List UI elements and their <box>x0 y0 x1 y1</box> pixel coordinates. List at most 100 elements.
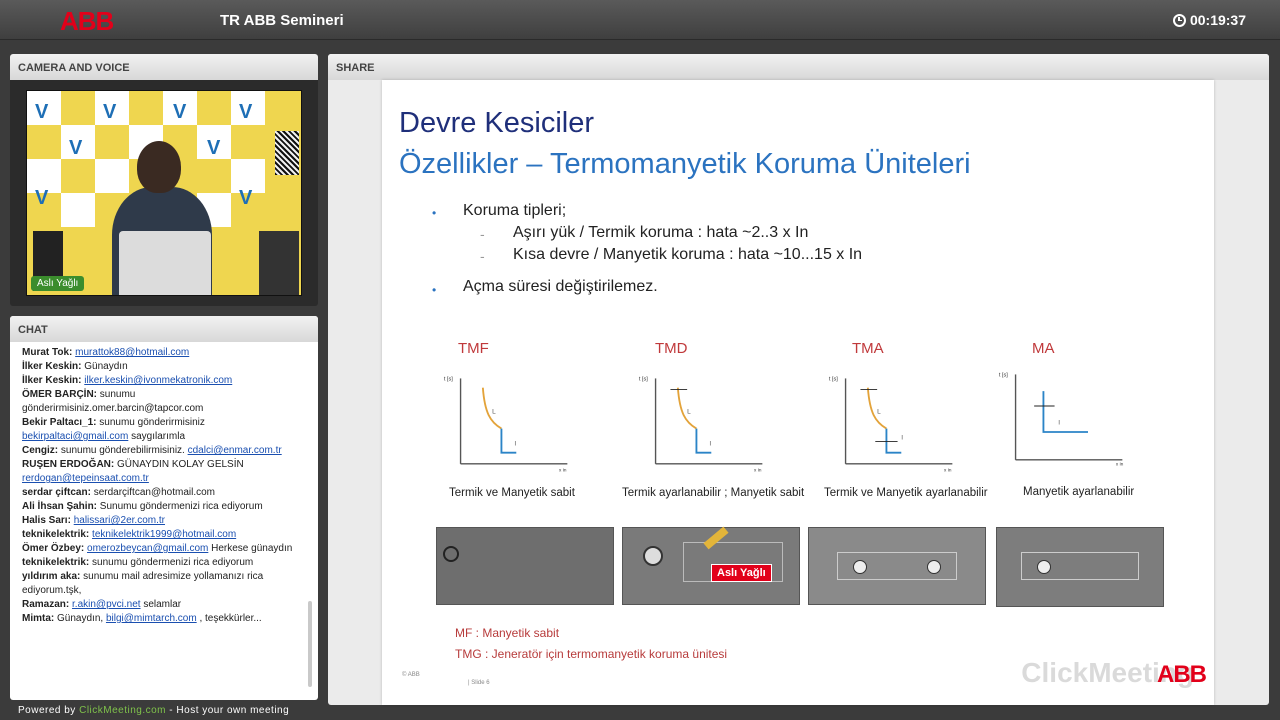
chat-message: Mimta: Günaydın, bilgi@mimtarch.com , te… <box>22 612 312 626</box>
chat-email-link[interactable]: cdalci@enmar.com.tr <box>188 445 282 456</box>
chat-author: teknikelektrik: <box>22 557 90 568</box>
chat-message: Ramazan: r.akin@pvci.net selamlar <box>22 598 312 612</box>
chat-message: RUŞEN ERDOĞAN: GÜNAYDIN KOLAY GELSİN rer… <box>22 458 312 486</box>
bullet-icon: • <box>432 283 437 297</box>
chat-author: Halis Sarı: <box>22 515 71 526</box>
slide-sub-bullet: Kısa devre / Manyetik koruma : hata ~10.… <box>513 246 863 263</box>
meeting-timer: 00:19:37 <box>1172 12 1246 28</box>
presenter-video[interactable]: VVVV VV VV Aslı Yağlı <box>26 90 302 296</box>
trip-curve-tmd: t [s] L I x In <box>639 376 763 472</box>
dash-icon: - <box>480 248 485 264</box>
trip-unit-photo-tma <box>808 527 986 605</box>
curve-label: L <box>877 409 881 416</box>
chat-author: Ramazan: <box>22 599 70 610</box>
chat-message: İlker Keskin: ilker.keskin@ivonmekatroni… <box>22 374 312 388</box>
chat-text: Sunumu göndermenizi rica ediyorum <box>99 501 263 512</box>
curve-label: I <box>901 435 903 442</box>
chat-message-list[interactable]: Murat Tok: murattok88@hotmail.com İlker … <box>22 346 312 692</box>
chat-author: teknikelektrik: <box>22 529 90 540</box>
chat-author: Mimta: <box>22 613 55 624</box>
chat-author: Murat Tok: <box>22 347 73 358</box>
chat-author: Bekir Paltacı_1: <box>22 417 97 428</box>
chat-email-link[interactable]: bilgi@mimtarch.com <box>106 613 197 624</box>
chat-message: Ömer Özbey: omerozbeycan@gmail.com Herke… <box>22 542 312 556</box>
chat-message: yıldırım aka: sunumu mail adresimize yol… <box>22 570 312 598</box>
axis-label-y: t [s] <box>444 376 453 382</box>
timer-value: 00:19:37 <box>1189 12 1246 28</box>
chat-email-link[interactable]: halissari@2er.com.tr <box>74 515 165 526</box>
curve-caption-ma: Manyetik ayarlanabilir <box>1023 486 1135 498</box>
qr-code <box>275 131 299 175</box>
curve-title-tmf: TMF <box>458 340 489 357</box>
chat-email-link[interactable]: ilker.keskin@ivonmekatronik.com <box>84 375 232 386</box>
chat-message: teknikelektrik: sunumu göndermenizi rica… <box>22 556 312 570</box>
chat-panel-title: CHAT <box>10 316 318 342</box>
slide-note: TMG : Jeneratör için termomanyetik korum… <box>455 647 728 661</box>
trip-curve-tmf: t [s] L I x In <box>444 376 568 472</box>
video-object <box>259 231 299 295</box>
chat-author: RUŞEN ERDOĞAN: <box>22 459 115 470</box>
chat-message: Murat Tok: murattok88@hotmail.com <box>22 346 312 360</box>
clock-icon <box>1172 13 1186 27</box>
chat-email-link[interactable]: murattok88@hotmail.com <box>75 347 189 358</box>
footer-prefix: Powered by <box>18 705 76 716</box>
chat-author: serdar çiftcan: <box>22 487 91 498</box>
chat-message: serdar çiftcan: serdarçiftcan@hotmail.co… <box>22 486 312 500</box>
chat-email-link[interactable]: teknikelektrik1999@hotmail.com <box>92 529 236 540</box>
chat-message: teknikelektrik: teknikelektrik1999@hotma… <box>22 528 312 542</box>
axis-label-x: x In <box>944 467 952 472</box>
camera-panel: CAMERA AND VOICE VVVV VV VV Aslı Yağlı <box>10 54 318 306</box>
curve-title-tmd: TMD <box>655 340 688 357</box>
meeting-title: TR ABB Semineri <box>220 12 344 29</box>
chat-text: Herkese günaydın <box>211 543 293 554</box>
slide-sub-bullet: Aşırı yük / Termik koruma : hata ~2..3 x… <box>513 224 809 241</box>
chat-text: serdarçiftcan@hotmail.com <box>93 487 216 498</box>
chat-author: ÖMER BARÇİN: <box>22 389 97 400</box>
curve-title-ma: MA <box>1032 340 1055 357</box>
presenter-name-tag: Aslı Yağlı <box>31 276 85 291</box>
axis-label-y: t [s] <box>639 376 648 382</box>
chat-text: saygılarımla <box>131 431 185 442</box>
chat-message: Bekir Paltacı_1: sunumu gönderirmisiniz … <box>22 416 312 444</box>
clickmeeting-link[interactable]: ClickMeeting.com <box>79 705 166 716</box>
slide-number: | Slide 6 <box>468 680 490 686</box>
curve-label: L <box>492 409 496 416</box>
axis-label-x: x In <box>1116 461 1124 466</box>
chat-text: Günaydın, <box>57 613 104 624</box>
chat-text: sunumu göndermenizi rica ediyorum <box>92 557 254 568</box>
trip-curve-ma: t [s] I x In <box>999 372 1124 466</box>
chat-email-link[interactable]: bekirpaltaci@gmail.com <box>22 431 128 442</box>
chat-message: ÖMER BARÇİN: sunumu gönderirmisiniz.omer… <box>22 388 312 416</box>
curve-label: I <box>709 440 711 447</box>
axis-label-y: t [s] <box>829 376 838 382</box>
trip-unit-photo-tmf <box>436 527 614 605</box>
chat-message: Ali İhsan Şahin: Sunumu göndermenizi ric… <box>22 500 312 514</box>
chat-message: İlker Keskin: Günaydın <box>22 360 312 374</box>
chat-text: GÜNAYDIN KOLAY GELSİN <box>117 459 244 470</box>
chat-text: , teşekkürler... <box>199 613 262 624</box>
curve-label: I <box>1058 420 1060 427</box>
share-panel-title: SHARE <box>328 54 1269 80</box>
abb-logo: ABB <box>60 6 114 36</box>
chat-text: sunumu gönderirmisiniz <box>99 417 205 428</box>
chat-panel: CHAT Murat Tok: murattok88@hotmail.com İ… <box>10 316 318 700</box>
axis-label-x: x In <box>559 467 567 472</box>
chat-scrollbar[interactable] <box>308 601 312 687</box>
chat-message: Cengiz: sunumu gönderebilirmisiniz. cdal… <box>22 444 312 458</box>
chat-email-link[interactable]: r.akin@pvci.net <box>72 599 141 610</box>
axis-label-x: x In <box>754 467 762 472</box>
chat-text: selamlar <box>143 599 182 610</box>
slide-bullet: Koruma tipleri; <box>463 202 567 219</box>
shared-slide: Devre Kesiciler Özellikler – Termomanyet… <box>382 80 1214 705</box>
curve-label: I <box>514 440 516 447</box>
curve-label: L <box>687 409 691 416</box>
chat-author: Ömer Özbey: <box>22 543 85 554</box>
slide-title: Devre Kesiciler <box>399 107 594 139</box>
curve-title-tma: TMA <box>852 340 884 357</box>
chat-email-link[interactable]: rerdogan@tepeinsaat.com.tr <box>22 473 149 484</box>
curve-caption-tma: Termik ve Manyetik ayarlanabilir <box>824 487 988 499</box>
chat-text: sunumu gönderebilirmisiniz. <box>60 445 185 456</box>
slide-note: MF : Manyetik sabit <box>455 626 560 640</box>
chat-email-link[interactable]: omerozbeycan@gmail.com <box>87 543 208 554</box>
chat-author: Ali İhsan Şahin: <box>22 501 98 512</box>
